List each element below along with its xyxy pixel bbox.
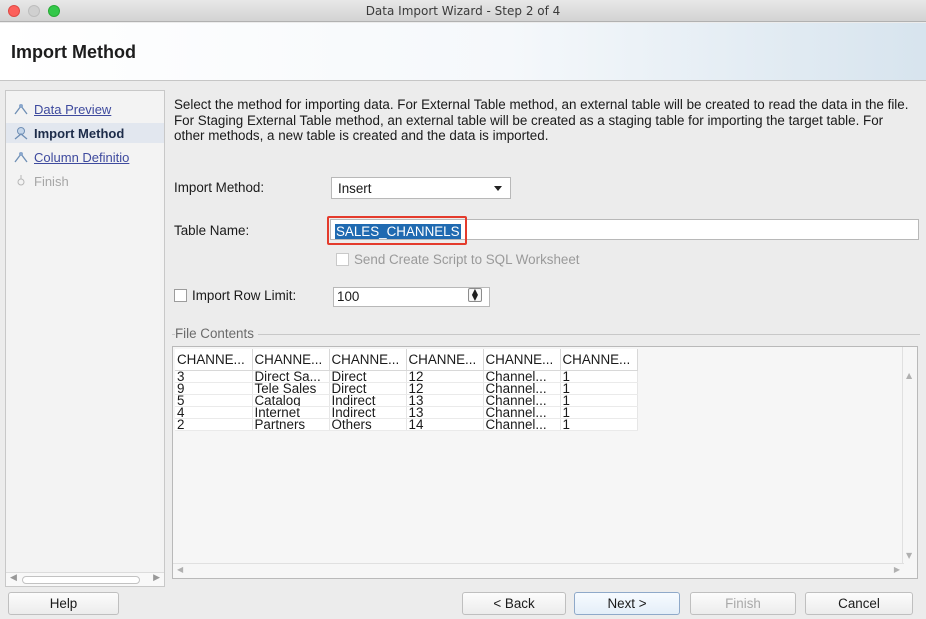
row-limit-spinner[interactable]: ▲ ▼: [468, 288, 482, 302]
next-button[interactable]: Next >: [574, 592, 680, 615]
grid-vertical-scrollbar[interactable]: ▲ ▼: [902, 347, 917, 564]
nav-step-column-definition[interactable]: Column Definitio: [6, 147, 164, 167]
nav-step-data-preview[interactable]: Data Preview: [6, 99, 164, 119]
column-header[interactable]: CHANNE...: [406, 349, 484, 371]
row-limit-checkbox[interactable]: [174, 289, 187, 302]
table-cell: 1: [560, 370, 638, 383]
nav-step-label: Import Method: [34, 125, 125, 141]
table-cell: 13: [406, 394, 484, 407]
step-done-icon: [14, 104, 28, 115]
step-disabled-icon: [17, 175, 25, 186]
window-titlebar: Data Import Wizard - Step 2 of 4: [0, 0, 926, 22]
table-cell: Direct: [329, 382, 407, 395]
table-cell: Channel...: [483, 382, 561, 395]
scroll-right-icon[interactable]: ▶: [153, 573, 160, 583]
highlight-box: [327, 216, 467, 245]
table-cell: 14: [406, 418, 484, 431]
file-contents-grid: CHANNE... CHANNE... CHANNE... CHANNE... …: [172, 346, 918, 579]
chevron-down-icon: [494, 186, 502, 191]
table-cell: Direct Sa...: [252, 370, 330, 383]
table-row: 9 Tele Sales Direct 12 Channel... 1: [175, 382, 638, 395]
table-cell: Catalog: [252, 394, 330, 407]
row-limit-option: Import Row Limit:: [174, 288, 296, 303]
window-title: Data Import Wizard - Step 2 of 4: [365, 4, 561, 18]
table-cell: 12: [406, 370, 484, 383]
send-script-option: Send Create Script to SQL Worksheet: [336, 252, 580, 267]
table-cell: 1: [560, 394, 638, 407]
table-row: 2 Partners Others 14 Channel... 1: [175, 418, 638, 431]
table-row: 5 Catalog Indirect 13 Channel... 1: [175, 394, 638, 407]
preview-table: CHANNE... CHANNE... CHANNE... CHANNE... …: [175, 349, 638, 431]
table-cell: Indirect: [329, 394, 407, 407]
table-cell: Internet: [252, 406, 330, 419]
step-header: Import Method: [0, 23, 926, 81]
nav-step-label: Data Preview: [34, 101, 112, 117]
table-cell: Channel...: [483, 406, 561, 419]
send-script-label: Send Create Script to SQL Worksheet: [354, 252, 580, 267]
import-method-label: Import Method:: [174, 180, 265, 195]
table-cell: 13: [406, 406, 484, 419]
table-name-field-wrap: SALES_CHANNELS: [327, 216, 920, 245]
table-cell: Channel...: [483, 418, 561, 431]
step-current-icon: [14, 127, 28, 140]
table-cell: Channel...: [483, 370, 561, 383]
import-method-select[interactable]: Insert: [331, 177, 511, 199]
table-cell: 2: [175, 418, 253, 431]
import-method-value: Insert: [338, 180, 372, 196]
import-method-panel: Select the method for importing data. Fo…: [172, 90, 922, 587]
wizard-steps-panel: Data Preview Import Method Column Defini…: [5, 90, 165, 587]
nav-step-finish: Finish: [6, 171, 164, 191]
table-cell: 1: [560, 382, 638, 395]
column-header[interactable]: CHANNE...: [483, 349, 561, 371]
finish-button: Finish: [690, 592, 796, 615]
table-cell: 1: [560, 418, 638, 431]
table-cell: Direct: [329, 370, 407, 383]
nav-step-import-method[interactable]: Import Method: [6, 123, 164, 143]
scroll-left-icon[interactable]: ◀: [10, 573, 17, 583]
table-cell: 12: [406, 382, 484, 395]
scrollbar-thumb[interactable]: [22, 576, 140, 584]
row-limit-label: Import Row Limit:: [192, 288, 297, 303]
table-row: 4 Internet Indirect 13 Channel... 1: [175, 406, 638, 419]
column-header[interactable]: CHANNE...: [175, 349, 253, 371]
table-cell: Indirect: [329, 406, 407, 419]
column-header[interactable]: CHANNE...: [329, 349, 407, 371]
grid-horizontal-scrollbar[interactable]: ◀ ▶: [173, 563, 904, 578]
table-cell: 4: [175, 406, 253, 419]
table-cell: Tele Sales: [252, 382, 330, 395]
scroll-down-icon[interactable]: ▼: [906, 551, 912, 560]
table-cell: 3: [175, 370, 253, 383]
file-contents-label: File Contents: [175, 326, 258, 341]
scroll-right-icon[interactable]: ▶: [894, 565, 900, 574]
row-limit-input[interactable]: 100: [333, 287, 490, 307]
back-button[interactable]: < Back: [462, 592, 566, 615]
nav-horizontal-scrollbar[interactable]: ◀ ▶: [6, 572, 164, 586]
send-script-checkbox: [336, 253, 349, 266]
help-button[interactable]: Help: [8, 592, 119, 615]
column-header[interactable]: CHANNE...: [252, 349, 330, 371]
scroll-left-icon[interactable]: ◀: [177, 565, 183, 574]
cancel-button[interactable]: Cancel: [805, 592, 913, 615]
table-cell: Partners: [252, 418, 330, 431]
table-cell: 9: [175, 382, 253, 395]
page-title: Import Method: [11, 42, 136, 62]
nav-step-label: Column Definitio: [34, 149, 130, 165]
method-description: Select the method for importing data. Fo…: [174, 97, 909, 143]
table-cell: Others: [329, 418, 407, 431]
table-cell: Channel...: [483, 394, 561, 407]
table-header-row: CHANNE... CHANNE... CHANNE... CHANNE... …: [175, 349, 638, 371]
file-contents-group: File Contents CHANNE... CHANNE... CHANNE…: [172, 326, 920, 579]
nav-step-label: Finish: [34, 173, 69, 189]
scroll-up-icon[interactable]: ▲: [906, 371, 912, 380]
table-name-label: Table Name:: [174, 223, 250, 238]
column-header[interactable]: CHANNE...: [560, 349, 638, 371]
table-cell: 5: [175, 394, 253, 407]
table-row: 3 Direct Sa... Direct 12 Channel... 1: [175, 370, 638, 383]
table-cell: 1: [560, 406, 638, 419]
step-pending-icon: [14, 152, 28, 163]
